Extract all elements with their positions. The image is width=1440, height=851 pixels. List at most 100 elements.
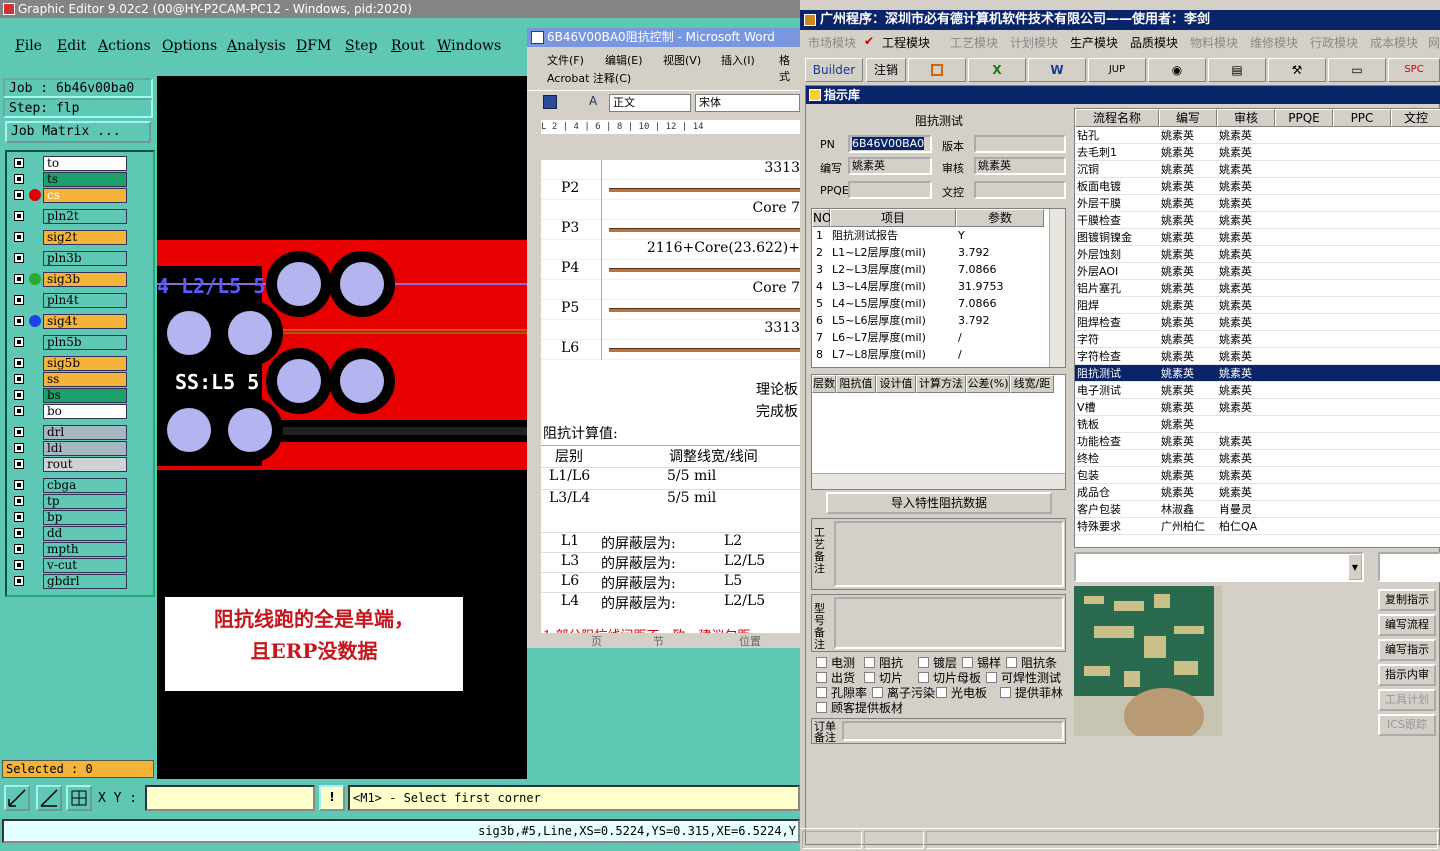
layer-checkbox[interactable] [14,443,24,453]
menu-step[interactable]: Step [345,38,377,54]
checkbox-box[interactable] [864,672,875,683]
style-icon[interactable]: A [589,94,597,108]
chevron-down-icon[interactable]: ▼ [1348,554,1362,580]
layer-name[interactable]: pln4t [43,293,127,308]
layer-name[interactable]: drl [43,425,127,440]
layer-row-pln2t[interactable]: pln2t [10,209,127,224]
layer-row-sig5b[interactable]: sig5b [10,356,127,371]
word-icon[interactable]: W [1028,58,1086,82]
module-plan[interactable]: 计划模块 [1010,34,1058,51]
flow-input[interactable] [1378,552,1440,582]
flow-row[interactable]: 成品仓 姚素英 姚素英 [1075,484,1440,501]
view-icon[interactable]: ◉ [1148,58,1206,82]
flow-row[interactable]: 特殊要求 广州柏仁 柏仁QA [1075,518,1440,535]
checkbox-box[interactable] [962,657,973,668]
font-select[interactable]: 宋体 [695,94,800,112]
layer-name[interactable]: cbga [43,478,127,493]
checkbox-box[interactable] [1000,687,1011,698]
craft-remark-input[interactable] [834,521,1064,587]
module-market[interactable]: 市场模块 [808,34,856,51]
items-scrollbar[interactable] [1049,209,1065,367]
menu-analysis[interactable]: Analysis [227,38,286,54]
module-material[interactable]: 物料模块 [1190,34,1238,51]
item-value[interactable]: 7.0866 [958,295,997,312]
item-value[interactable]: 3.792 [958,244,990,261]
menu-options[interactable]: Options [162,38,217,54]
word-menu-format[interactable]: 格式 [779,52,800,84]
word-page[interactable]: 3313 P2 Core 7 P3 2116+Core(23.622)+ P4 Core 7… [541,160,800,633]
spc-button[interactable]: SPC [1388,58,1440,82]
menu-dfm[interactable]: DFM [296,38,331,54]
layer-row-cbga[interactable]: cbga [10,478,127,493]
option-checkbox[interactable]: 出货 [816,671,855,685]
layer-row-ldi[interactable]: ldi [10,441,127,456]
style-select[interactable]: 正文 [609,94,691,112]
layer-row-bp[interactable]: bp [10,510,127,525]
zoom-fit-icon[interactable] [4,785,30,811]
option-checkbox[interactable]: 阻抗 [864,656,903,670]
menu-actions[interactable]: Actions [98,38,151,54]
layer-name[interactable]: pln3b [43,251,127,266]
flow-row[interactable]: 干膜检查 姚素英 姚素英 [1075,212,1440,229]
layer-name[interactable]: bp [43,510,127,525]
layer-name[interactable]: to [43,156,127,171]
impedance-hscroll[interactable] [812,473,1065,489]
layer-checkbox[interactable] [14,390,24,400]
layer-row-dd[interactable]: dd [10,526,127,541]
layer-row-pln4t[interactable]: pln4t [10,293,127,308]
flow-row[interactable]: 电子测试 姚素英 姚素英 [1075,382,1440,399]
layer-checkbox[interactable] [14,158,24,168]
model-remark-input[interactable] [834,597,1064,649]
module-quality[interactable]: 品质模块 [1130,34,1178,51]
flow-row[interactable]: 外层干膜 姚素英 姚素英 [1075,195,1440,212]
option-checkbox[interactable]: 电测 [816,656,855,670]
menu-edit[interactable]: Edit [57,38,86,54]
layer-checkbox[interactable] [14,211,24,221]
side-button[interactable]: 工具计划 [1378,689,1436,711]
checkbox-box[interactable] [918,672,929,683]
checkbox-box[interactable] [986,672,997,683]
flow-row[interactable]: 终检 姚素英 姚素英 [1075,450,1440,467]
layer-name[interactable]: sig2t [43,230,127,245]
flow-row[interactable]: 字符检查 姚素英 姚素英 [1075,348,1440,365]
layer-checkbox[interactable] [14,576,24,586]
word-menu-file[interactable]: 文件(F) [547,52,584,68]
layer-name[interactable]: rout [43,457,127,472]
report-icon[interactable] [908,58,966,82]
measure-icon[interactable] [36,785,62,811]
checkbox-box[interactable] [872,687,883,698]
option-checkbox[interactable]: 孔隙率 [816,686,867,700]
checkbox-box[interactable] [864,657,875,668]
layer-name[interactable]: mpth [43,542,127,557]
flow-row[interactable]: 客户包装 林淑鑫 肖曼灵 [1075,501,1440,518]
layer-row-pln3b[interactable]: pln3b [10,251,127,266]
flow-select[interactable]: ▼ [1074,552,1364,582]
layer-checkbox[interactable] [14,337,24,347]
word-menu-insert[interactable]: 插入(I) [721,52,755,68]
flow-row[interactable]: 字符 姚素英 姚素英 [1075,331,1440,348]
grid-icon[interactable] [66,785,92,811]
layer-name[interactable]: pln2t [43,209,127,224]
layer-checkbox[interactable] [14,459,24,469]
layer-row-ts[interactable]: ts [10,172,127,187]
layer-row-bo[interactable]: bo [10,404,127,419]
job-matrix-button[interactable]: Job Matrix ... [5,121,151,143]
layer-name[interactable]: sig5b [43,356,127,371]
checkbox-box[interactable] [1006,657,1017,668]
layer-row-v-cut[interactable]: v-cut [10,558,127,573]
item-value[interactable]: / [958,346,962,363]
flow-row[interactable]: 铣板 姚素英 [1075,416,1440,433]
layer-checkbox[interactable] [14,174,24,184]
layer-row-bs[interactable]: bs [10,388,127,403]
version-field[interactable] [974,135,1066,153]
flow-row[interactable]: 铝片塞孔 姚素英 姚素英 [1075,280,1440,297]
module-cost[interactable]: 成本模块 [1370,34,1418,51]
checkbox-box[interactable] [918,657,929,668]
flow-row[interactable]: 阻焊检查 姚素英 姚素英 [1075,314,1440,331]
layer-name[interactable]: tp [43,494,127,509]
layer-checkbox[interactable] [14,295,24,305]
layer-row-cs[interactable]: cs [10,188,127,203]
layer-name[interactable]: ldi [43,441,127,456]
flow-row[interactable]: 钻孔 姚素英 姚素英 [1075,127,1440,144]
logout-button[interactable]: 注销 [866,58,906,82]
